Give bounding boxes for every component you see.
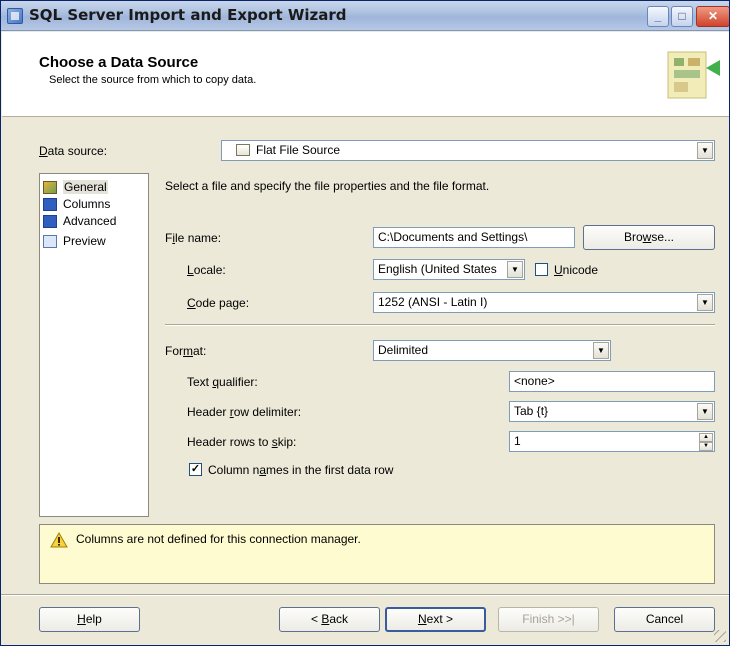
sidebar-item-label: Advanced xyxy=(63,214,117,228)
format-label: Format: xyxy=(165,344,207,358)
data-source-label: Data source: xyxy=(39,144,108,158)
chevron-down-icon[interactable]: ▼ xyxy=(697,294,713,311)
file-name-input[interactable]: C:\Documents and Settings\ xyxy=(373,227,575,248)
header-rows-skip-value: 1 xyxy=(514,434,521,448)
status-message-box: Columns are not defined for this connect… xyxy=(39,524,715,584)
warning-icon xyxy=(50,532,68,548)
preview-icon xyxy=(43,235,57,248)
window-title: SQL Server Import and Export Wizard xyxy=(29,6,347,24)
sidebar-item-label: Preview xyxy=(63,234,106,248)
column-names-checkbox[interactable]: ✓ xyxy=(189,463,202,476)
text-qualifier-label: Text qualifier: xyxy=(187,375,258,389)
close-button[interactable]: ✕ xyxy=(696,6,729,27)
unicode-checkbox[interactable] xyxy=(535,263,548,276)
status-message-text: Columns are not defined for this connect… xyxy=(76,532,361,546)
help-button[interactable]: Help xyxy=(39,607,140,632)
next-button[interactable]: Next > xyxy=(385,607,486,632)
format-value: Delimited xyxy=(378,343,429,357)
locale-label: Locale: xyxy=(187,263,226,277)
chevron-down-icon[interactable]: ▼ xyxy=(697,142,713,159)
spin-up-icon[interactable]: ▲ xyxy=(699,433,713,442)
header-row-delimiter-value: Tab {t} xyxy=(514,404,549,418)
section-divider xyxy=(165,324,715,326)
advanced-icon xyxy=(43,215,57,228)
general-icon xyxy=(43,181,57,194)
locale-value: English (United States xyxy=(378,262,497,276)
app-icon xyxy=(7,8,23,24)
format-combo[interactable]: Delimited ▼ xyxy=(373,340,611,361)
wizard-graphic-icon xyxy=(667,51,720,99)
flat-file-icon xyxy=(236,144,250,156)
cancel-button[interactable]: Cancel xyxy=(614,607,715,632)
wizard-window: SQL Server Import and Export Wizard _ □ … xyxy=(0,0,730,646)
code-page-combo[interactable]: 1252 (ANSI - Latin I) ▼ xyxy=(373,292,715,313)
resize-grip-icon[interactable] xyxy=(714,630,726,642)
finish-button[interactable]: Finish >>| xyxy=(498,607,599,632)
wizard-header: Choose a Data Source Select the source f… xyxy=(2,32,729,117)
unicode-label: Unicode xyxy=(554,263,599,277)
minimize-button[interactable]: _ xyxy=(647,6,669,27)
code-page-value: 1252 (ANSI - Latin I) xyxy=(378,295,488,309)
page-title: Choose a Data Source xyxy=(39,54,199,71)
header-row-delimiter-label: Header row delimiter: xyxy=(187,405,302,419)
instruction-text: Select a file and specify the file prope… xyxy=(165,179,490,193)
footer-divider xyxy=(1,594,729,596)
chevron-down-icon[interactable]: ▼ xyxy=(697,403,713,420)
file-name-label: File name: xyxy=(165,231,222,245)
sidebar-item-label: Columns xyxy=(63,197,111,211)
spin-down-icon[interactable]: ▼ xyxy=(699,442,713,451)
browse-button[interactable]: Browse... xyxy=(583,225,715,250)
title-bar[interactable]: SQL Server Import and Export Wizard _ □ … xyxy=(1,1,729,31)
text-qualifier-input[interactable]: <none> xyxy=(509,371,715,392)
page-list: General Columns Advanced Preview xyxy=(39,173,149,517)
locale-combo[interactable]: English (United States ▼ xyxy=(373,259,525,280)
header-row-delimiter-combo[interactable]: Tab {t} ▼ xyxy=(509,401,715,422)
page-subtitle: Select the source from which to copy dat… xyxy=(49,74,257,86)
chevron-down-icon[interactable]: ▼ xyxy=(593,342,609,359)
data-source-combo[interactable]: Flat File Source ▼ xyxy=(221,140,715,161)
code-page-label: Code page: xyxy=(187,296,250,310)
header-rows-skip-label: Header rows to skip: xyxy=(187,435,297,449)
column-names-label: Column names in the first data row xyxy=(208,463,394,477)
header-rows-skip-stepper[interactable]: 1 ▲ ▼ xyxy=(509,431,715,452)
back-button[interactable]: < Back xyxy=(279,607,380,632)
data-source-value: Flat File Source xyxy=(256,143,341,157)
columns-icon xyxy=(43,198,57,211)
maximize-button[interactable]: □ xyxy=(671,6,693,27)
chevron-down-icon[interactable]: ▼ xyxy=(507,261,523,278)
sidebar-item-label: General xyxy=(63,180,108,194)
